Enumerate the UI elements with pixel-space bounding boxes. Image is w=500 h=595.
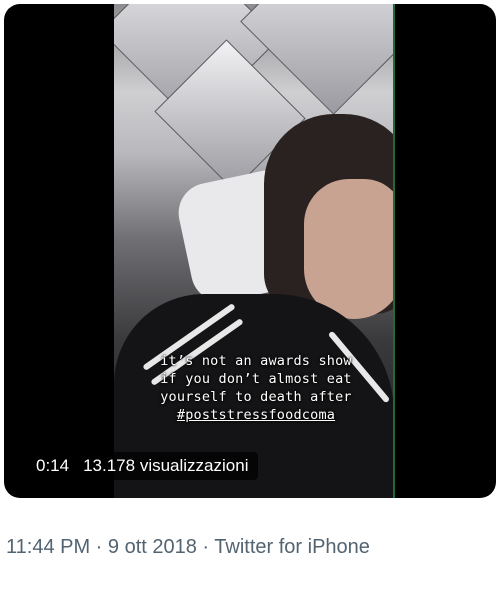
video-view-count: 13.178 visualizzazioni xyxy=(83,456,249,475)
tweet-time[interactable]: 11:44 PM xyxy=(6,536,90,558)
video-timestamp: 0:14 xyxy=(36,456,70,475)
caption-line: if you don’t almost eat xyxy=(160,371,352,387)
tweet-source: Twitter for iPhone xyxy=(214,536,370,558)
caption-hashtag: #poststressfoodcoma xyxy=(176,407,336,423)
tweet-video-player[interactable]: it’s not an awards show if you don’t alm… xyxy=(4,4,496,498)
meta-separator: · xyxy=(90,536,108,558)
tweet-metadata: 11:44 PM · 9 ott 2018 · Twitter for iPho… xyxy=(6,533,446,561)
meta-separator: · xyxy=(196,536,215,558)
person-face xyxy=(304,179,394,319)
video-info-badge: 0:14 13.178 visualizzazioni xyxy=(26,452,259,480)
tweet-date[interactable]: 9 ott 2018 xyxy=(108,536,197,558)
caption-line: it’s not an awards show xyxy=(160,353,352,369)
video-caption: it’s not an awards show if you don’t alm… xyxy=(116,352,396,424)
caption-line: yourself to death after xyxy=(160,389,352,405)
